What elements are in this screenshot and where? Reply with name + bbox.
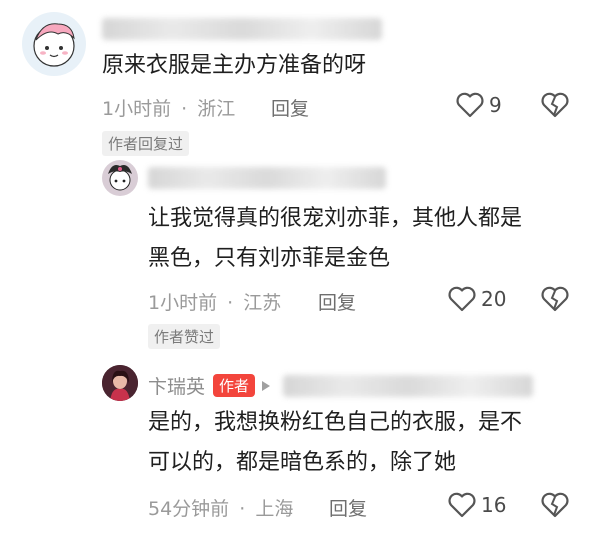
separator: · [181, 98, 188, 120]
comment-text-line: 可以的，都是暗色系的，除了她 [148, 450, 457, 475]
comment-text-line: 是的，我想换粉红色自己的衣服，是不 [148, 410, 523, 435]
reply-button[interactable]: 回复 [318, 288, 356, 315]
comment-text: 是的，我想换粉红色自己的衣服，是不 可以的，都是暗色系的，除了她 [148, 403, 522, 483]
avatar[interactable] [22, 12, 86, 76]
dislike-button[interactable] [540, 92, 570, 118]
heart-outline-icon [447, 286, 477, 312]
comment-text: 让我觉得真的很宠刘亦菲，其他人都是 黑色，只有刘亦菲是金色 [148, 199, 522, 279]
comment-text-line: 黑色，只有刘亦菲是金色 [148, 246, 391, 271]
location: 上海 [255, 498, 294, 520]
comment-text: 原来衣服是主办方准备的呀 [102, 46, 366, 86]
author-replied-badge: 作者回复过 [102, 131, 190, 156]
separator: · [227, 292, 234, 314]
avatar[interactable] [102, 160, 138, 196]
author-tag: 作者 [213, 374, 256, 397]
comment-meta: 1小时前 · 江苏 [148, 288, 281, 315]
separator: · [239, 498, 246, 520]
username-redacted[interactable] [102, 18, 382, 40]
like-count: 20 [481, 287, 507, 311]
broken-heart-icon [540, 286, 570, 312]
reply-target-redacted[interactable] [283, 374, 534, 397]
play-arrow-icon [261, 380, 271, 392]
author-liked-badge: 作者赞过 [148, 324, 221, 349]
comment-meta: 54分钟前 · 上海 [148, 494, 293, 521]
comment-meta: 1小时前 · 浙江 [102, 94, 235, 121]
like-button[interactable]: 20 [447, 286, 506, 312]
location: 江苏 [243, 292, 282, 314]
avatar[interactable] [102, 365, 138, 401]
location: 浙江 [197, 98, 236, 120]
like-button[interactable]: 16 [447, 492, 506, 518]
timestamp: 1小时前 [102, 98, 172, 120]
reply-button[interactable]: 回复 [329, 494, 367, 521]
username-redacted[interactable] [148, 167, 386, 189]
heart-outline-icon [447, 492, 477, 518]
like-count: 9 [489, 93, 502, 117]
heart-outline-icon [455, 92, 485, 118]
broken-heart-icon [540, 92, 570, 118]
like-count: 16 [481, 493, 507, 517]
author-header: 卞瑞英 作者 [148, 372, 534, 399]
timestamp: 54分钟前 [148, 498, 230, 520]
like-button[interactable]: 9 [455, 92, 502, 118]
broken-heart-icon [540, 492, 570, 518]
username[interactable]: 卞瑞英 [148, 372, 205, 399]
comment-text-line: 让我觉得真的很宠刘亦菲，其他人都是 [148, 206, 523, 231]
dislike-button[interactable] [540, 492, 570, 518]
comment-text-line: 原来衣服是主办方准备的呀 [102, 53, 367, 78]
timestamp: 1小时前 [148, 292, 218, 314]
dislike-button[interactable] [540, 286, 570, 312]
reply-button[interactable]: 回复 [271, 94, 309, 121]
